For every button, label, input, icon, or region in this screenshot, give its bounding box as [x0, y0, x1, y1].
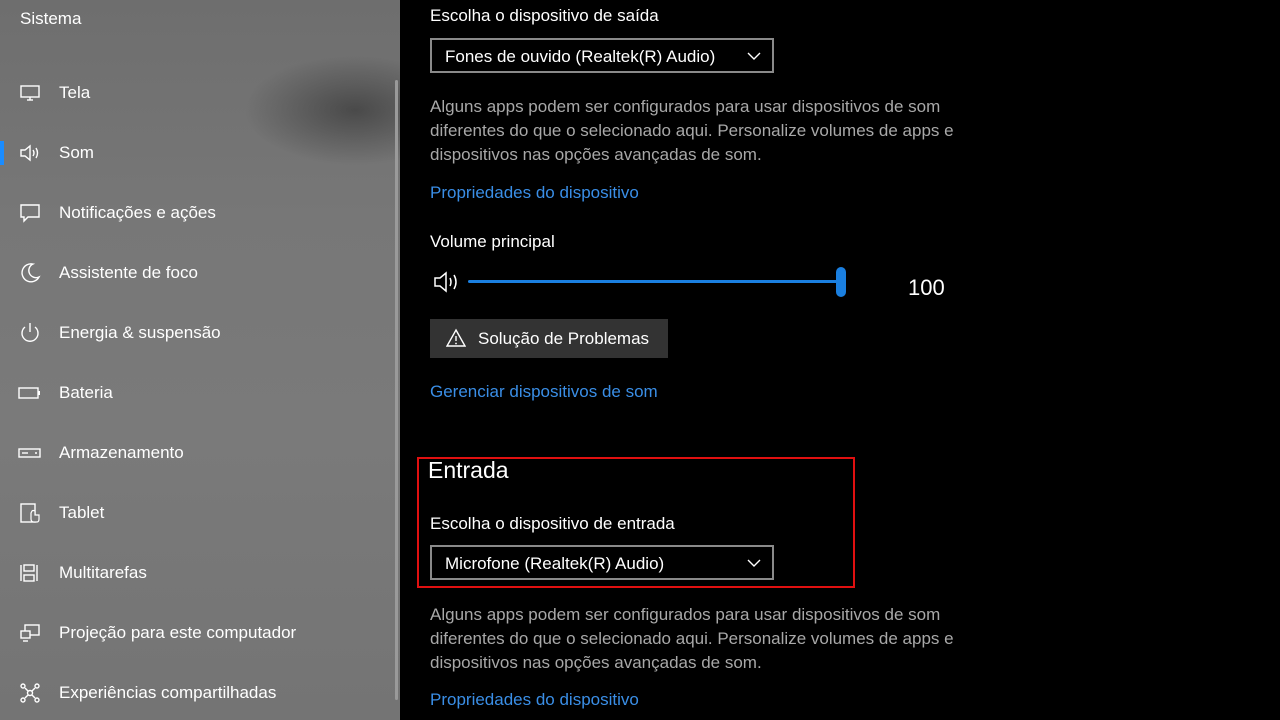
troubleshoot-button[interactable]: Solução de Problemas — [430, 319, 668, 358]
sidebar-item-label: Tela — [59, 83, 91, 102]
output-device-label: Escolha o dispositivo de saída — [430, 6, 659, 25]
sidebar-item-label: Projeção para este computador — [59, 623, 297, 642]
input-highlight-box — [417, 457, 855, 588]
sidebar-item-label: Tablet — [59, 503, 105, 522]
sidebar-item-label: Bateria — [59, 383, 113, 402]
sidebar-title: Sistema — [20, 9, 82, 28]
shared-icon — [18, 681, 42, 705]
speaker-icon — [18, 141, 42, 165]
output-description: Alguns apps podem ser configurados para … — [430, 97, 954, 164]
sidebar-item-tablet[interactable]: Tablet — [0, 483, 396, 543]
sidebar-item-multitarefas[interactable]: Multitarefas — [0, 543, 396, 603]
sidebar-item-notificacoes[interactable]: Notificações e ações — [0, 183, 396, 243]
notification-icon — [18, 201, 42, 225]
sidebar-item-som[interactable]: Som — [0, 123, 396, 183]
sidebar-item-experiencias[interactable]: Experiências compartilhadas — [0, 663, 396, 720]
volume-slider-track[interactable] — [468, 280, 843, 283]
sidebar-item-label: Assistente de foco — [59, 263, 198, 282]
volume-label: Volume principal — [430, 232, 555, 251]
sidebar-item-energia[interactable]: Energia & suspensão — [0, 303, 396, 363]
sidebar-item-label: Som — [59, 143, 94, 162]
input-description: Alguns apps podem ser configurados para … — [430, 605, 954, 672]
power-icon — [18, 321, 42, 345]
monitor-icon — [18, 81, 42, 105]
sidebar-item-label: Notificações e ações — [59, 203, 216, 222]
input-properties-link[interactable]: Propriedades do dispositivo — [430, 690, 639, 710]
troubleshoot-label: Solução de Problemas — [478, 329, 650, 348]
sidebar: Sistema Tela Som Notificações e ações As… — [0, 0, 400, 720]
sidebar-scrollbar[interactable] — [395, 80, 398, 700]
sidebar-item-label: Energia & suspensão — [59, 323, 221, 342]
active-indicator — [0, 141, 4, 165]
chevron-down-icon — [746, 48, 762, 69]
battery-icon — [18, 381, 42, 405]
sidebar-item-projecao[interactable]: Projeção para este computador — [0, 603, 396, 663]
sidebar-item-assistente-foco[interactable]: Assistente de foco — [0, 243, 396, 303]
sidebar-item-label: Experiências compartilhadas — [59, 683, 277, 702]
sidebar-item-tela[interactable]: Tela — [0, 63, 396, 123]
sidebar-item-armazenamento[interactable]: Armazenamento — [0, 423, 396, 483]
sidebar-item-label: Multitarefas — [59, 563, 147, 582]
sidebar-item-bateria[interactable]: Bateria — [0, 363, 396, 423]
volume-slider-thumb[interactable] — [836, 267, 846, 297]
output-device-value: Fones de ouvido (Realtek(R) Audio) — [445, 47, 716, 66]
multitask-icon — [18, 561, 42, 585]
projection-icon — [18, 621, 42, 645]
tablet-icon — [18, 501, 42, 525]
storage-icon — [18, 441, 42, 465]
manage-sound-devices-link[interactable]: Gerenciar dispositivos de som — [430, 382, 658, 402]
output-device-dropdown[interactable]: Fones de ouvido (Realtek(R) Audio) — [430, 38, 774, 73]
warning-icon — [445, 328, 467, 353]
sidebar-item-label: Armazenamento — [59, 443, 184, 462]
moon-icon — [18, 261, 42, 285]
volume-value: 100 — [908, 275, 945, 300]
volume-speaker-icon[interactable] — [433, 270, 461, 299]
output-properties-link[interactable]: Propriedades do dispositivo — [430, 183, 639, 203]
